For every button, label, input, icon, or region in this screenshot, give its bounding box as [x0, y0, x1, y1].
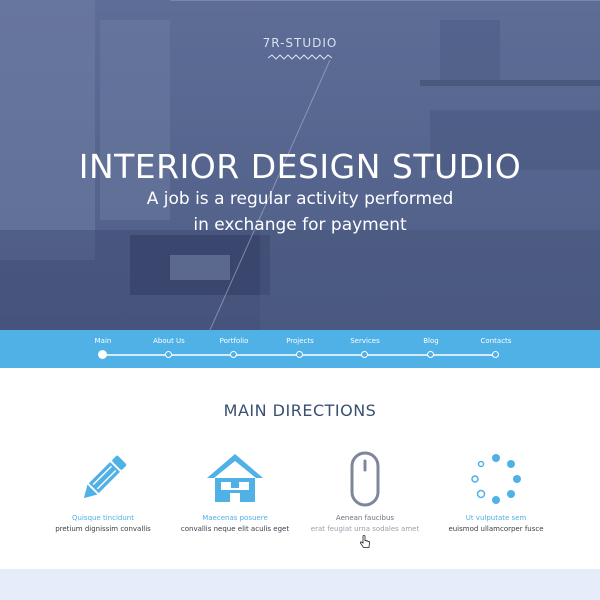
site-logo[interactable]: 7R-STUDIO [0, 36, 600, 50]
hero-subtitle: A job is a regular activity performed in… [0, 186, 600, 238]
logo-wave-decoration [268, 54, 332, 60]
feature-text: euismod ullamcorper fusce [448, 525, 544, 533]
feature-item-1[interactable]: Quisque tincidunt pretium dignissim conv… [38, 450, 168, 533]
mouse-icon [350, 451, 380, 507]
feature-text: convallis neque elit aculis eget [180, 525, 290, 533]
nav-dot [296, 351, 303, 358]
loader-icon [471, 454, 521, 504]
hero-title: INTERIOR DESIGN STUDIO [78, 147, 522, 186]
feature-item-4[interactable]: Ut vulputate sem euismod ullamcorper fus… [431, 450, 561, 533]
nav-dot [165, 351, 172, 358]
hero-banner: 7R-STUDIO INTERIOR DESIGN STUDIO A job i… [0, 0, 600, 330]
section-title: MAIN DIRECTIONS [223, 401, 377, 420]
nav-dot [99, 351, 106, 358]
nav-dot [427, 351, 434, 358]
nav-item-contacts[interactable]: Contacts [456, 330, 536, 368]
feature-item-3[interactable]: Aenean faucibus erat feugiat urna sodale… [300, 450, 430, 533]
nav-dot [361, 351, 368, 358]
feature-title: Quisque tincidunt [72, 514, 134, 522]
hero-subtitle-line-2: in exchange for payment [193, 215, 407, 235]
footer-section [0, 569, 600, 600]
hand-pointer-icon [359, 535, 370, 548]
feature-title: Maecenas posuere [202, 514, 268, 522]
feature-title: Aenean faucibus [335, 514, 395, 522]
pencil-icon [83, 455, 127, 499]
nav-label: Contacts [480, 337, 512, 345]
main-navigation: Main About Us Portfolio Projects Service… [0, 330, 600, 368]
feature-item-2[interactable]: Maecenas posuere convallis neque elit ac… [170, 450, 300, 533]
nav-dot [230, 351, 237, 358]
hero-subtitle-line-1: A job is a regular activity performed [146, 189, 454, 209]
feature-text: erat feugiat urna sodales amet [310, 525, 420, 533]
house-icon [207, 454, 263, 502]
nav-dot [492, 351, 499, 358]
feature-text: pretium dignissim convallis [55, 525, 151, 533]
feature-title: Ut vulputate sem [465, 514, 527, 522]
